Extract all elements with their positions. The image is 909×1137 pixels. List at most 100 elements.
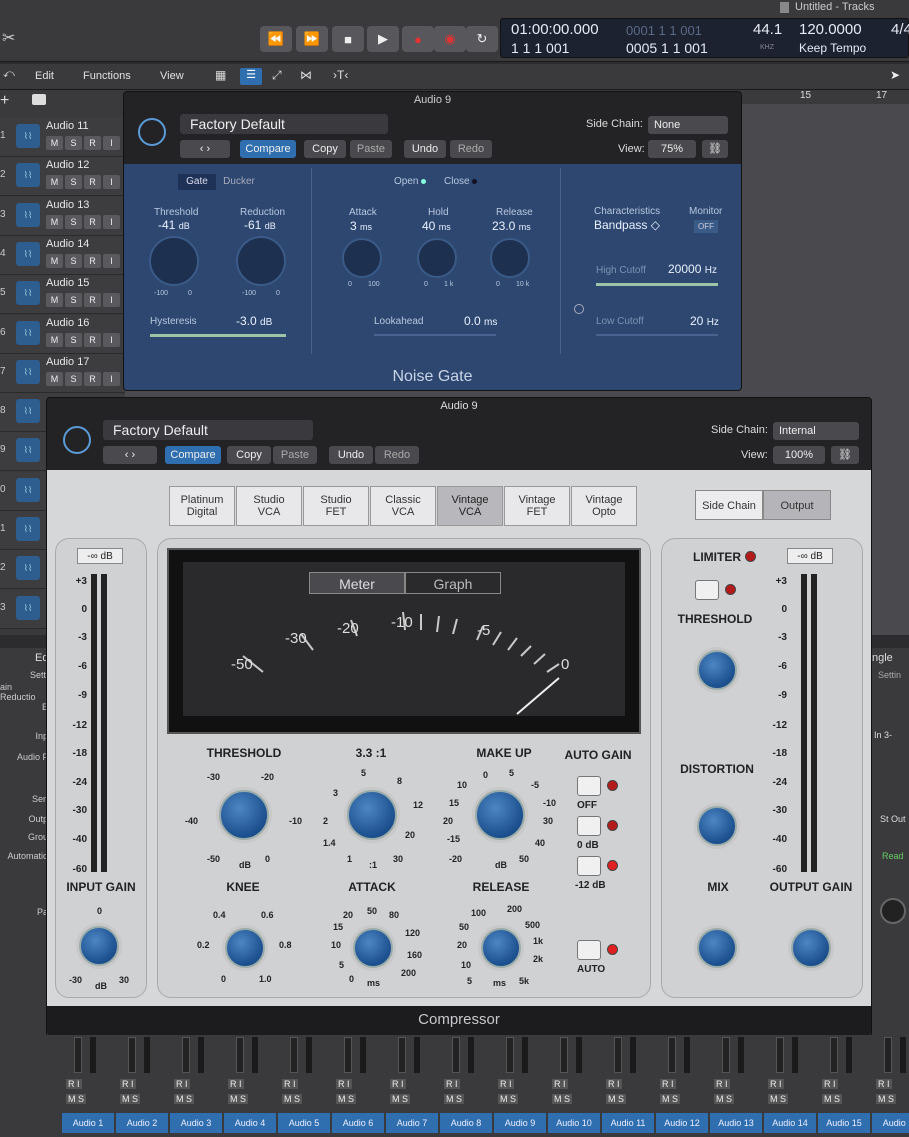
threshold-knob[interactable] — [219, 790, 269, 840]
record-input-buttons[interactable]: R I — [120, 1079, 136, 1089]
mute-solo-buttons[interactable]: M S — [390, 1094, 411, 1104]
input-monitor-button[interactable]: I — [103, 175, 120, 190]
mute-solo-buttons[interactable]: M S — [822, 1094, 843, 1104]
record-input-buttons[interactable]: R I — [552, 1079, 568, 1089]
mute-button[interactable]: M — [46, 253, 63, 268]
mute-solo-buttons[interactable]: M S — [66, 1094, 87, 1104]
record-input-buttons[interactable]: R I — [66, 1079, 82, 1089]
lcd-display[interactable]: 01:00:00.000 1 1 1 001 0001 1 1 001 0005… — [500, 18, 909, 58]
record-enable-button[interactable]: R — [84, 214, 101, 229]
channel-fader[interactable] — [830, 1037, 838, 1073]
channel-fader[interactable] — [668, 1037, 676, 1073]
channel-fader[interactable] — [182, 1037, 190, 1073]
high-cutoff-slider[interactable] — [596, 283, 718, 286]
hysteresis-slider[interactable] — [150, 334, 286, 337]
reduction-knob[interactable] — [236, 236, 286, 286]
circuit-type-button[interactable]: Vintage VCA — [437, 486, 503, 526]
meter-tab[interactable]: Meter — [309, 572, 405, 594]
channel-fader[interactable] — [290, 1037, 298, 1073]
record-enable-button[interactable]: R — [84, 175, 101, 190]
channel-fader[interactable] — [236, 1037, 244, 1073]
prev-preset-button[interactable]: ‹ › — [103, 446, 157, 464]
list-view-icon[interactable]: ☰ — [240, 68, 262, 85]
cycle-button[interactable]: ↻ — [466, 26, 498, 52]
back-icon[interactable]: ⤺ — [3, 68, 15, 81]
add-folder-icon[interactable] — [32, 94, 46, 105]
input-monitor-button[interactable]: I — [103, 332, 120, 347]
track-row[interactable]: 4 ⌇⌇ Audio 14 M S R I — [0, 235, 125, 275]
prev-preset-button[interactable]: ‹ › — [180, 140, 230, 158]
record-input-buttons[interactable]: R I — [174, 1079, 190, 1089]
right-pan-knob[interactable] — [880, 898, 906, 924]
mute-button[interactable]: M — [46, 293, 63, 308]
side-chain-tab[interactable]: Side Chain — [695, 490, 763, 520]
input-monitor-button[interactable]: I — [103, 214, 120, 229]
mix-knob[interactable] — [697, 928, 737, 968]
capture-record-button[interactable]: ◉ — [434, 26, 466, 52]
channel-fader[interactable] — [344, 1037, 352, 1073]
right-input-label[interactable]: In 3- — [874, 730, 892, 740]
record-input-buttons[interactable]: R I — [390, 1079, 406, 1089]
mute-solo-buttons[interactable]: M S — [444, 1094, 465, 1104]
flex-icon[interactable]: ⋈ — [300, 68, 312, 82]
threshold-knob[interactable] — [149, 236, 199, 286]
limiter-threshold-knob[interactable] — [697, 650, 737, 690]
preset-menu[interactable]: Factory Default — [180, 114, 388, 134]
catch-icon[interactable]: ›T‹ — [333, 68, 348, 82]
knee-knob[interactable] — [225, 928, 265, 968]
mute-button[interactable]: M — [46, 214, 63, 229]
right-automation-read[interactable]: Read — [882, 851, 904, 861]
channel-fader[interactable] — [722, 1037, 730, 1073]
edit-menu[interactable]: Edit — [35, 70, 54, 82]
track-row[interactable]: 2 ⌇⌇ Audio 12 M S R I — [0, 157, 125, 197]
mute-button[interactable]: M — [46, 175, 63, 190]
record-enable-button[interactable]: R — [84, 253, 101, 268]
mute-solo-buttons[interactable]: M S — [282, 1094, 303, 1104]
auto-release-toggle[interactable] — [577, 940, 601, 960]
channel-fader[interactable] — [398, 1037, 406, 1073]
paste-button[interactable]: Paste — [350, 140, 392, 158]
record-enable-button[interactable]: R — [84, 371, 101, 386]
solo-button[interactable]: S — [65, 332, 82, 347]
pointer-tool-icon[interactable]: ➤ — [890, 68, 900, 82]
input-monitor-button[interactable]: I — [103, 253, 120, 268]
channel-fader[interactable] — [776, 1037, 784, 1073]
record-input-buttons[interactable]: R I — [660, 1079, 676, 1089]
right-output-label[interactable]: St Out — [880, 814, 906, 824]
channel-fader[interactable] — [74, 1037, 82, 1073]
mute-solo-buttons[interactable]: M S — [336, 1094, 357, 1104]
output-tab[interactable]: Output — [763, 490, 831, 520]
circuit-type-button[interactable]: Studio VCA — [236, 486, 302, 526]
add-track-button[interactable]: + — [0, 92, 9, 110]
scissors-icon[interactable]: ✂ — [2, 28, 15, 48]
record-input-buttons[interactable]: R I — [606, 1079, 622, 1089]
auto-gain-12db-toggle[interactable] — [577, 856, 601, 876]
circuit-type-button[interactable]: Classic VCA — [370, 486, 436, 526]
functions-menu[interactable]: Functions — [83, 70, 131, 82]
mute-solo-buttons[interactable]: M S — [498, 1094, 519, 1104]
solo-button[interactable]: S — [65, 214, 82, 229]
attack-knob[interactable] — [342, 238, 382, 278]
view-menu[interactable]: 100% — [773, 446, 825, 464]
channel-fader[interactable] — [128, 1037, 136, 1073]
circuit-type-button[interactable]: Vintage FET — [504, 486, 570, 526]
hold-knob[interactable] — [417, 238, 457, 278]
auto-gain-0db-toggle[interactable] — [577, 816, 601, 836]
characteristics-menu[interactable]: Bandpass ◇ — [594, 218, 660, 232]
graph-tab[interactable]: Graph — [405, 572, 501, 594]
distortion-knob[interactable] — [697, 806, 737, 846]
redo-button[interactable]: Redo — [450, 140, 492, 158]
mute-solo-buttons[interactable]: M S — [876, 1094, 897, 1104]
forward-button[interactable]: ⏩ — [296, 26, 328, 52]
record-enable-button[interactable]: R — [84, 136, 101, 150]
release-knob[interactable] — [490, 238, 530, 278]
copy-button[interactable]: Copy — [304, 140, 346, 158]
solo-button[interactable]: S — [65, 175, 82, 190]
low-cutoff-slider[interactable] — [596, 334, 718, 336]
mute-solo-buttons[interactable]: M S — [552, 1094, 573, 1104]
channel-fader[interactable] — [884, 1037, 892, 1073]
mute-solo-buttons[interactable]: M S — [120, 1094, 141, 1104]
undo-button[interactable]: Undo — [404, 140, 446, 158]
mute-solo-buttons[interactable]: M S — [768, 1094, 789, 1104]
solo-button[interactable]: S — [65, 293, 82, 308]
